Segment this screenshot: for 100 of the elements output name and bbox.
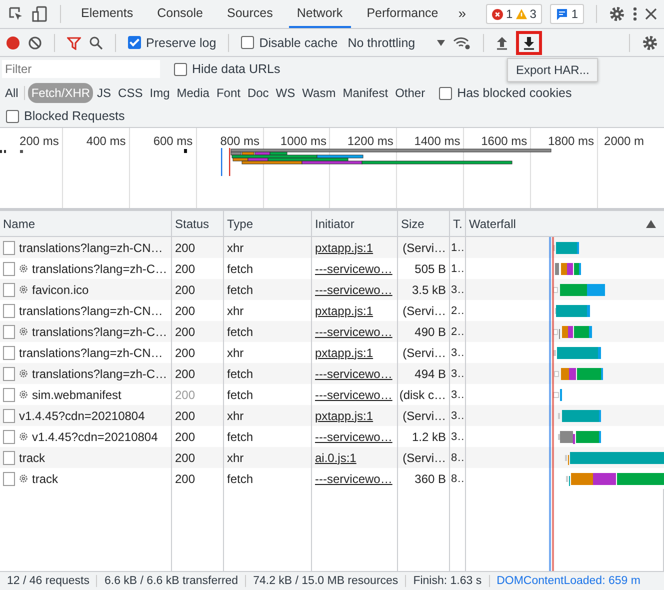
panel-tab[interactable]: Elements xyxy=(73,0,142,28)
type-filter-button[interactable]: Manifest xyxy=(340,83,392,103)
clear-icon[interactable] xyxy=(28,36,42,50)
initiator-link[interactable]: pxtapp.js:1 xyxy=(315,240,374,254)
settings-icon[interactable] xyxy=(642,34,658,50)
panel-tab[interactable]: Sources xyxy=(218,0,281,28)
initiator-link[interactable]: ---servicewo… xyxy=(315,388,392,402)
waterfall-bar-drawing xyxy=(555,262,581,276)
request-type: fetch xyxy=(227,324,254,338)
dropdown-caret-icon[interactable] xyxy=(437,40,446,46)
blocked-requests-checkbox[interactable] xyxy=(6,110,19,122)
more-options-icon[interactable] xyxy=(633,6,638,22)
initiator-link[interactable]: ---servicewo… xyxy=(315,366,392,380)
gear-icon xyxy=(19,285,28,294)
request-name[interactable]: translations?lang=zh-CN… xyxy=(19,304,163,318)
request-type: fetch xyxy=(227,430,254,444)
network-conditions-icon[interactable] xyxy=(453,36,472,50)
type-filter-button[interactable]: Other xyxy=(392,83,428,103)
column-header[interactable]: Size xyxy=(401,216,424,230)
filter-icon[interactable] xyxy=(67,36,81,50)
time-tick-label: 1800 ms xyxy=(548,134,594,148)
request-name[interactable]: v1.4.45?cdn=20210804 xyxy=(19,408,145,422)
messages-badge[interactable]: 1 xyxy=(550,4,584,24)
column-header[interactable]: Type xyxy=(227,216,254,230)
status-text: 74.2 kB / 15.0 MB resources xyxy=(246,575,406,587)
request-name[interactable]: translations?lang=zh-C… xyxy=(32,262,168,276)
request-type: xhr xyxy=(227,240,244,254)
waterfall-bar-drawing xyxy=(553,282,605,296)
type-filter-button[interactable]: JS xyxy=(94,83,114,103)
initiator-link[interactable]: ai.0.js:1 xyxy=(315,450,356,464)
more-tabs-button[interactable]: » xyxy=(454,0,470,28)
upload-icon[interactable] xyxy=(496,36,508,50)
column-header[interactable]: Initiator xyxy=(315,216,354,230)
hide-data-urls-checkbox[interactable] xyxy=(174,62,187,76)
column-header[interactable]: T. xyxy=(453,216,462,230)
type-filter-button[interactable]: Doc xyxy=(244,83,272,103)
message-icon xyxy=(556,8,568,20)
waterfall-bar-drawing xyxy=(553,240,579,254)
column-header[interactable]: Name xyxy=(3,216,36,230)
waterfall-bar-drawing xyxy=(553,388,562,402)
panel-tab[interactable]: Console xyxy=(149,0,211,28)
column-header[interactable]: Waterfall xyxy=(469,216,516,230)
response-size: (Servi… xyxy=(402,450,446,464)
initiator-link[interactable]: ---servicewo… xyxy=(315,262,392,276)
type-filter-button[interactable]: Img xyxy=(146,83,173,103)
initiator-link[interactable]: pxtapp.js:1 xyxy=(315,408,374,422)
download-button[interactable] xyxy=(516,30,542,54)
initiator-link[interactable]: pxtapp.js:1 xyxy=(315,304,374,318)
search-icon[interactable] xyxy=(89,36,103,50)
filter-field[interactable]: Filter xyxy=(2,60,160,78)
type-filter-button[interactable]: CSS xyxy=(115,83,146,103)
type-filter-button[interactable]: Media xyxy=(174,83,212,103)
status-code: 200 xyxy=(175,388,196,402)
request-name[interactable]: translations?lang=zh-C… xyxy=(32,366,168,380)
disable-cache-checkbox[interactable] xyxy=(241,36,254,49)
close-icon[interactable] xyxy=(645,8,658,20)
response-size: 360 B xyxy=(414,472,446,486)
file-icon xyxy=(3,366,15,380)
request-type: xhr xyxy=(227,450,244,464)
status-code: 200 xyxy=(175,304,196,318)
file-icon xyxy=(3,388,15,402)
initiator-link[interactable]: ---servicewo… xyxy=(315,472,392,486)
request-name[interactable]: translations?lang=zh-CN… xyxy=(19,240,163,254)
type-filter-button[interactable]: Font xyxy=(213,83,244,103)
request-type: xhr xyxy=(227,304,244,318)
column-header[interactable]: Status xyxy=(175,216,210,230)
initiator-link[interactable]: ---servicewo… xyxy=(315,282,392,296)
inspect-element-icon[interactable] xyxy=(8,6,24,22)
request-name[interactable]: translations?lang=zh-CN… xyxy=(19,346,163,360)
status-code: 200 xyxy=(175,240,196,254)
request-name[interactable]: track xyxy=(19,450,46,464)
type-filter-button[interactable]: Wasm xyxy=(299,83,339,103)
file-icon xyxy=(3,430,15,444)
request-type: xhr xyxy=(227,346,244,360)
response-size: (disk c… xyxy=(399,388,446,402)
gear-icon xyxy=(19,327,28,336)
device-toolbar-icon[interactable] xyxy=(32,6,48,22)
time-tick-label: 400 ms xyxy=(86,134,126,148)
type-filter-button[interactable]: WS xyxy=(272,83,298,103)
blocked-cookies-checkbox[interactable] xyxy=(439,86,452,100)
preserve-log-checkbox[interactable] xyxy=(128,36,141,49)
waterfall-bar-drawing xyxy=(558,408,601,422)
initiator-link[interactable]: ---servicewo… xyxy=(315,324,392,338)
status-code: 200 xyxy=(175,282,196,296)
sort-ascending-icon[interactable] xyxy=(646,220,656,228)
settings-icon[interactable] xyxy=(609,6,626,22)
file-icon xyxy=(3,472,15,486)
request-name[interactable]: v1.4.45?cdn=20210804 xyxy=(32,430,158,444)
throttling-dropdown[interactable]: No throttling xyxy=(348,36,416,50)
initiator-link[interactable]: ---servicewo… xyxy=(315,430,392,444)
issues-badge[interactable]: 1 3 xyxy=(486,4,542,24)
request-name[interactable]: translations?lang=zh-C… xyxy=(32,324,168,338)
waterfall-bar-drawing xyxy=(558,430,601,444)
record-icon[interactable] xyxy=(6,36,20,50)
initiator-link[interactable]: pxtapp.js:1 xyxy=(315,346,374,360)
request-name[interactable]: favicon.ico xyxy=(32,282,89,296)
request-name[interactable]: sim.webmanifest xyxy=(32,388,122,402)
request-name[interactable]: track xyxy=(32,472,58,486)
panel-tab[interactable]: Performance xyxy=(358,0,446,28)
type-filter-button[interactable]: All xyxy=(2,83,22,103)
